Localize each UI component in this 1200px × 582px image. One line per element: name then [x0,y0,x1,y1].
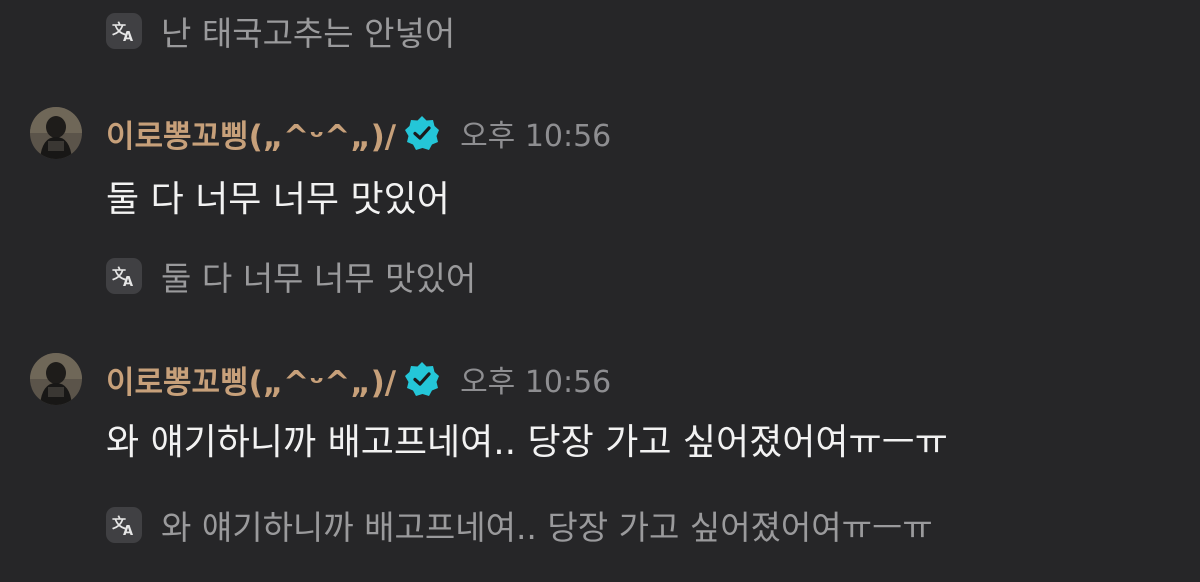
svg-text:A: A [123,524,133,538]
translation-text: 와 얘기하니까 배고프네여.. 당장 가고 싶어졌어여ㅠㅡㅠ [161,508,933,547]
message-text[interactable]: 둘 다 너무 너무 맛있어 [106,176,450,224]
translate-icon[interactable]: 文 A [106,13,142,49]
avatar[interactable] [30,107,82,159]
message-header: 이로뽕꼬삥(„^ᵕ^„)/ 오후 10:56 [30,352,611,406]
sender-name[interactable]: 이로뽕꼬삥(„^ᵕ^„)/ [106,111,396,156]
avatar[interactable] [30,353,82,405]
translation-text: 둘 다 너무 너무 맛있어 [161,259,477,298]
translation-row: 文 A 둘 다 너무 너무 맛있어 [106,256,476,298]
svg-text:A: A [123,275,133,289]
message-header: 이로뽕꼬삥(„^ᵕ^„)/ 오후 10:56 [30,106,611,160]
sender-name[interactable]: 이로뽕꼬삥(„^ᵕ^„)/ [106,357,396,402]
translation-row: 文 A 와 얘기하니까 배고프네여.. 당장 가고 싶어졌어여ㅠㅡㅠ [106,505,933,547]
translation-text: 난 태국고추는 안넣어 [161,14,456,53]
svg-text:A: A [123,30,133,44]
chat-view: 文 A 난 태국고추는 안넣어 이로뽕꼬삥(„^ᵕ^„)/ 오후 10:56 둘… [0,0,1200,582]
verified-badge-icon [405,362,440,396]
translate-icon[interactable]: 文 A [106,507,142,543]
translation-row: 文 A 난 태국고추는 안넣어 [106,11,455,53]
message-text[interactable]: 와 얘기하니까 배고프네여.. 당장 가고 싶어졌어여ㅠㅡㅠ [106,419,948,467]
translate-icon[interactable]: 文 A [106,258,142,294]
timestamp: 오후 10:56 [460,119,612,154]
verified-badge-icon [405,116,440,150]
timestamp: 오후 10:56 [460,365,612,400]
